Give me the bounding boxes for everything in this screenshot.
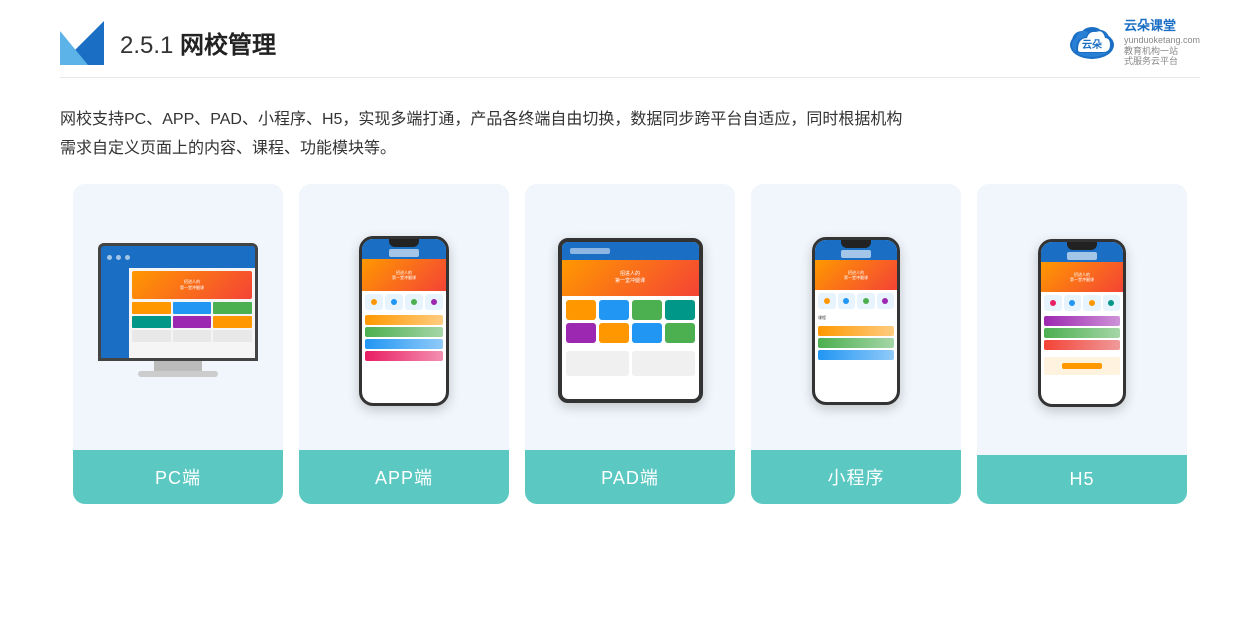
app-image-area: 招进人的第一堂冲腿课 <box>299 184 509 450</box>
h5-image-area: 招进人的第一堂冲腿课 <box>977 184 1187 455</box>
brand-tagline: 教育机构一站 式服务云平台 <box>1124 46 1178 68</box>
card-label-pad: PAD端 <box>525 450 735 504</box>
card-h5: 招进人的第一堂冲腿课 <box>977 184 1187 504</box>
brand-domain: yunduoketang.com <box>1124 35 1200 46</box>
app-phone-mockup: 招进人的第一堂冲腿课 <box>359 236 449 406</box>
card-pc: 招进人的第一堂冲腿课 <box>73 184 283 504</box>
brand-text: 云朵课堂 yunduoketang.com 教育机构一站 式服务云平台 <box>1124 18 1200 67</box>
card-pad: 招进人的第一堂冲腿课 <box>525 184 735 504</box>
header: 2.5.1 网校管理 云朵 云朵课堂 yunduoketang.c <box>60 0 1200 78</box>
pc-screen: 招进人的第一堂冲腿课 <box>98 243 258 361</box>
page: 2.5.1 网校管理 云朵 云朵课堂 yunduoketang.c <box>0 0 1260 630</box>
brand-logo: 云朵 云朵课堂 yunduoketang.com 教育机构一站 式服务云平台 <box>1066 18 1200 67</box>
card-app: 招进人的第一堂冲腿课 <box>299 184 509 504</box>
page-title: 2.5.1 网校管理 <box>120 25 276 60</box>
logo-icon <box>60 21 104 65</box>
description-line1: 网校支持PC、APP、PAD、小程序、H5，实现多端打通，产品各终端自由切换，数… <box>60 106 1200 135</box>
card-label-pc: PC端 <box>73 450 283 504</box>
miniapp-phone-mockup: 招进人的第一堂冲腿课 课程 <box>812 237 900 405</box>
card-label-miniapp: 小程序 <box>751 450 961 504</box>
h5-phone-mockup: 招进人的第一堂冲腿课 <box>1038 239 1126 407</box>
card-miniapp: 招进人的第一堂冲腿课 课程 <box>751 184 961 504</box>
pc-image-area: 招进人的第一堂冲腿课 <box>73 184 283 450</box>
description-line2: 需求自定义页面上的内容、课程、功能模块等。 <box>60 135 1200 164</box>
pad-mockup: 招进人的第一堂冲腿课 <box>558 238 703 403</box>
miniapp-image-area: 招进人的第一堂冲腿课 课程 <box>751 184 961 450</box>
svg-text:云朵: 云朵 <box>1082 39 1102 51</box>
card-label-h5: H5 <box>977 455 1187 504</box>
card-label-app: APP端 <box>299 450 509 504</box>
header-left: 2.5.1 网校管理 <box>60 21 276 65</box>
description-block: 网校支持PC、APP、PAD、小程序、H5，实现多端打通，产品各终端自由切换，数… <box>60 106 1200 164</box>
pc-mockup: 招进人的第一堂冲腿课 <box>98 243 258 398</box>
pad-image-area: 招进人的第一堂冲腿课 <box>525 184 735 450</box>
brand-name: 云朵课堂 <box>1124 18 1176 35</box>
brand-cloud-icon: 云朵 <box>1066 23 1118 63</box>
device-cards-section: 招进人的第一堂冲腿课 <box>60 184 1200 504</box>
